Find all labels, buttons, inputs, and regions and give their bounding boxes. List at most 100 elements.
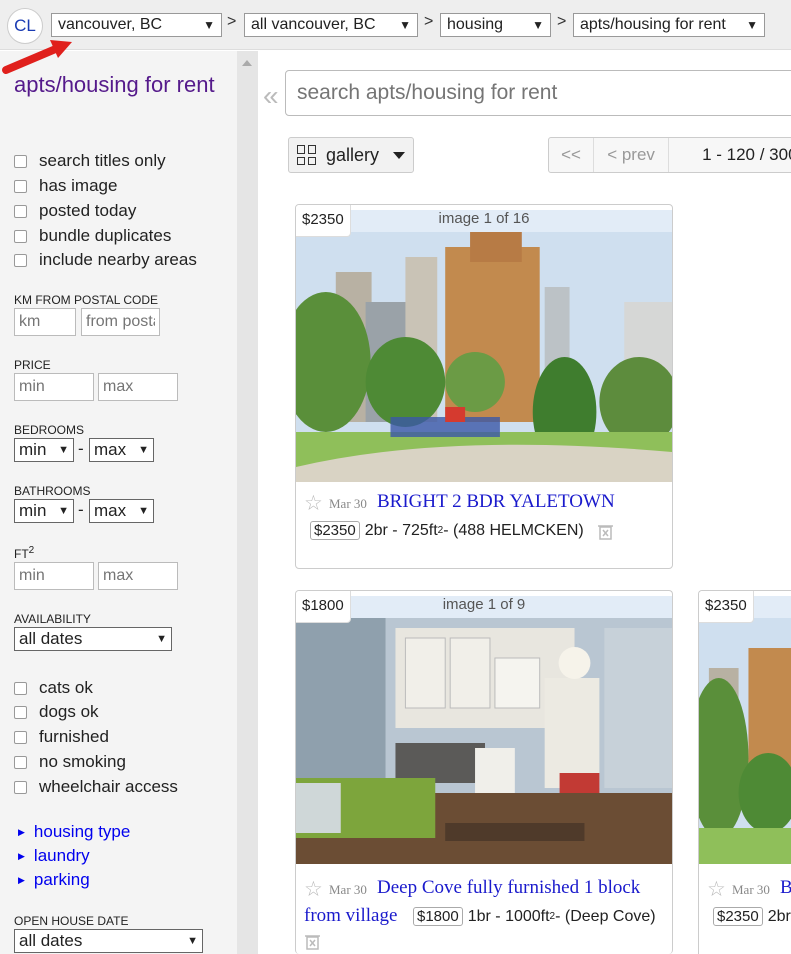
view-mode-label: gallery	[326, 144, 380, 165]
chevron-down-icon: ▼	[138, 505, 149, 517]
km-input[interactable]	[14, 308, 76, 336]
post-date: Mar 30	[732, 882, 770, 897]
bedrooms-label: BEDROOMS	[14, 423, 85, 437]
breadcrumb-subarea-label: all vancouver, BC	[251, 16, 376, 33]
checkbox[interactable]	[14, 730, 27, 744]
checkbox[interactable]	[14, 229, 27, 243]
option-label: no smoking	[39, 752, 126, 771]
open-house-date-select[interactable]: all dates ▼	[14, 929, 203, 953]
listing-title-link[interactable]: B	[780, 877, 791, 899]
collapse-sidebar-icon[interactable]: «	[263, 80, 279, 112]
breadcrumb-subcategory-label: apts/housing for rent	[580, 16, 726, 33]
expander-housing-type[interactable]: ▶ housing type	[18, 822, 130, 842]
bathrooms-label: BATHROOMS	[14, 484, 91, 498]
checkbox[interactable]	[14, 780, 27, 794]
favorite-star-icon[interactable]: ☆	[304, 877, 323, 902]
red-arrow-annotation-icon	[2, 40, 72, 74]
breadcrumb-subcategory-select[interactable]: apts/housing for rent ▼	[573, 13, 765, 37]
checkbox[interactable]	[14, 253, 27, 267]
sqft-min-input[interactable]	[14, 562, 94, 590]
bedrooms-max-select[interactable]: max ▼	[89, 438, 154, 462]
availability-label: AVAILABILITY	[14, 612, 91, 626]
price-max-input[interactable]	[98, 373, 178, 401]
breadcrumb-region-select[interactable]: vancouver, BC ▼	[51, 13, 222, 37]
price-badge: $2350	[713, 907, 763, 926]
option-label: cats ok	[39, 678, 93, 697]
expander-parking[interactable]: ▶ parking	[18, 870, 90, 890]
chevron-down-icon: ▼	[58, 505, 69, 517]
option-label: search titles only	[39, 151, 166, 170]
bedrooms-min-select[interactable]: min ▼	[14, 438, 74, 462]
chevron-down-icon: ▼	[532, 18, 544, 32]
favorite-star-icon[interactable]: ☆	[707, 877, 726, 902]
top-bar: CL vancouver, BC ▼ > all vancouver, BC ▼…	[0, 0, 791, 50]
bathrooms-min-select[interactable]: min ▼	[14, 499, 74, 523]
option-bundle-duplicates[interactable]: bundle duplicates	[14, 225, 171, 247]
listing-card[interactable]: image 1 of 9 $1800 ☆ Mar 30 Deep Cove fu…	[295, 590, 673, 954]
postal-code-input[interactable]	[81, 308, 160, 336]
listing-photo[interactable]	[296, 618, 672, 864]
option-wheelchair-access[interactable]: wheelchair access	[14, 776, 178, 798]
option-no-smoking[interactable]: no smoking	[14, 751, 126, 773]
breadcrumb-separator: >	[227, 13, 237, 30]
caret-right-icon: ▶	[18, 826, 25, 837]
listing-card[interactable]: $2350 ☆ Mar 30 B $2350 2br	[698, 590, 791, 954]
pagination: << < prev 1 - 120 / 3000	[548, 137, 791, 173]
option-label: posted today	[39, 201, 137, 220]
select-value: all dates	[19, 629, 83, 648]
sqft-max-input[interactable]	[98, 562, 178, 590]
sidebar-scrollbar[interactable]	[237, 51, 258, 954]
listing-card[interactable]: image 1 of 16 $2350 ☆ Mar 30 BRIGHT 2 BD…	[295, 204, 673, 569]
expander-laundry[interactable]: ▶ laundry	[18, 846, 90, 866]
price-badge: $2350	[310, 521, 360, 540]
chevron-down-icon: ▼	[746, 18, 758, 32]
hide-trash-icon[interactable]	[598, 523, 613, 540]
checkbox[interactable]	[14, 154, 27, 168]
option-label: dogs ok	[39, 702, 99, 721]
availability-select[interactable]: all dates ▼	[14, 627, 172, 651]
breadcrumb-separator: >	[424, 13, 434, 30]
checkbox[interactable]	[14, 681, 27, 695]
listing-title-link[interactable]: Deep Cove fully furnished 1 block	[377, 877, 640, 899]
search-sidebar: apts/housing for rent search titles only…	[0, 51, 237, 954]
checkbox[interactable]	[14, 204, 27, 218]
option-posted-today[interactable]: posted today	[14, 200, 136, 222]
listing-meta: $2350 2br - 725ft 2 - (488 HELMCKEN)	[310, 521, 584, 540]
post-date: Mar 30	[329, 496, 367, 511]
option-label: has image	[39, 176, 118, 195]
option-furnished[interactable]: furnished	[14, 726, 109, 748]
square-feet-label: FT2	[14, 545, 35, 561]
option-cats-ok[interactable]: cats ok	[14, 677, 93, 699]
scroll-up-icon[interactable]	[242, 60, 252, 66]
option-has-image[interactable]: has image	[14, 175, 117, 197]
chevron-down-icon: ▼	[138, 444, 149, 456]
listing-title-link-continued[interactable]: from village	[304, 905, 397, 927]
prev-page-button[interactable]: < prev	[594, 138, 670, 172]
first-page-button[interactable]: <<	[549, 138, 595, 172]
listing-title-link[interactable]: BRIGHT 2 BDR YALETOWN	[377, 491, 615, 513]
image-counter: image 1 of 9	[442, 596, 526, 613]
checkbox[interactable]	[14, 179, 27, 193]
listing-photo[interactable]	[699, 618, 791, 864]
price-tag: $1800	[296, 591, 351, 623]
chevron-down-icon: ▼	[203, 18, 215, 32]
price-min-input[interactable]	[14, 373, 94, 401]
option-label: include nearby areas	[39, 250, 197, 269]
search-input[interactable]	[285, 70, 791, 116]
hide-trash-icon[interactable]	[305, 933, 320, 950]
favorite-star-icon[interactable]: ☆	[304, 491, 323, 516]
option-search-titles-only[interactable]: search titles only	[14, 150, 166, 172]
option-dogs-ok[interactable]: dogs ok	[14, 701, 99, 723]
bathrooms-max-select[interactable]: max ▼	[89, 499, 154, 523]
listing-meta: $1800 1br - 1000ft 2 - (Deep Cove)	[413, 907, 656, 926]
listing-photo[interactable]	[296, 232, 672, 482]
view-mode-dropdown[interactable]: gallery	[288, 137, 414, 173]
breadcrumb-category-select[interactable]: housing ▼	[440, 13, 551, 37]
checkbox[interactable]	[14, 755, 27, 769]
caret-right-icon: ▶	[18, 850, 25, 861]
checkbox[interactable]	[14, 705, 27, 719]
breadcrumb-subarea-select[interactable]: all vancouver, BC ▼	[244, 13, 418, 37]
listing-meta: $2350 2br	[713, 907, 791, 926]
option-include-nearby-areas[interactable]: include nearby areas	[14, 249, 197, 271]
price-badge: $1800	[413, 907, 463, 926]
